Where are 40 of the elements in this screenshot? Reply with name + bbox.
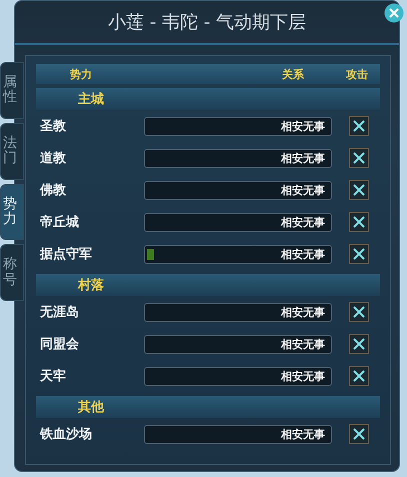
faction-name: 佛教 [40,182,67,199]
close-icon [384,3,404,23]
section-title: 村落 [78,277,104,294]
column-header: 攻击 [346,66,368,82]
faction-name: 同盟会 [40,336,80,353]
attack-checkbox[interactable] [349,424,369,444]
side-tab[interactable]: 法门 [0,122,24,180]
faction-name: 据点守军 [40,246,93,263]
attack-checkbox[interactable] [349,180,369,200]
relation-text: 相安无事 [281,246,325,262]
faction-name: 铁血沙场 [40,426,93,443]
faction-name: 圣教 [40,118,67,135]
attack-checkbox[interactable] [349,148,369,168]
faction-name: 帝丘城 [40,214,80,231]
attack-checkbox[interactable] [349,366,369,386]
faction-name: 无涯岛 [40,304,80,321]
relation-text: 相安无事 [281,368,325,384]
attack-checkbox[interactable] [349,116,369,136]
relation-text: 相安无事 [281,426,325,442]
faction-name: 天牢 [40,368,67,385]
close-button[interactable] [383,2,405,24]
relation-text: 相安无事 [281,118,325,134]
attack-checkbox[interactable] [349,244,369,264]
relation-text: 相安无事 [281,182,325,198]
relation-text: 相安无事 [281,150,325,166]
side-tab[interactable]: 称号 [0,244,24,302]
faction-name: 道教 [40,150,67,167]
side-tab[interactable]: 势力 [0,184,24,240]
relation-text: 相安无事 [281,336,325,352]
section-title: 主城 [78,90,104,108]
relation-text: 相安无事 [281,214,325,230]
side-tab[interactable]: 属性 [0,62,24,119]
attack-checkbox[interactable] [349,334,369,354]
window-title: 小莲 - 韦陀 - 气动期下层 [108,11,306,34]
attack-checkbox[interactable] [349,212,369,232]
attack-checkbox[interactable] [349,302,369,322]
column-header: 势力 [70,66,92,82]
column-header: 关系 [282,66,304,82]
relation-text: 相安无事 [281,304,325,320]
section-title: 其他 [78,399,104,416]
